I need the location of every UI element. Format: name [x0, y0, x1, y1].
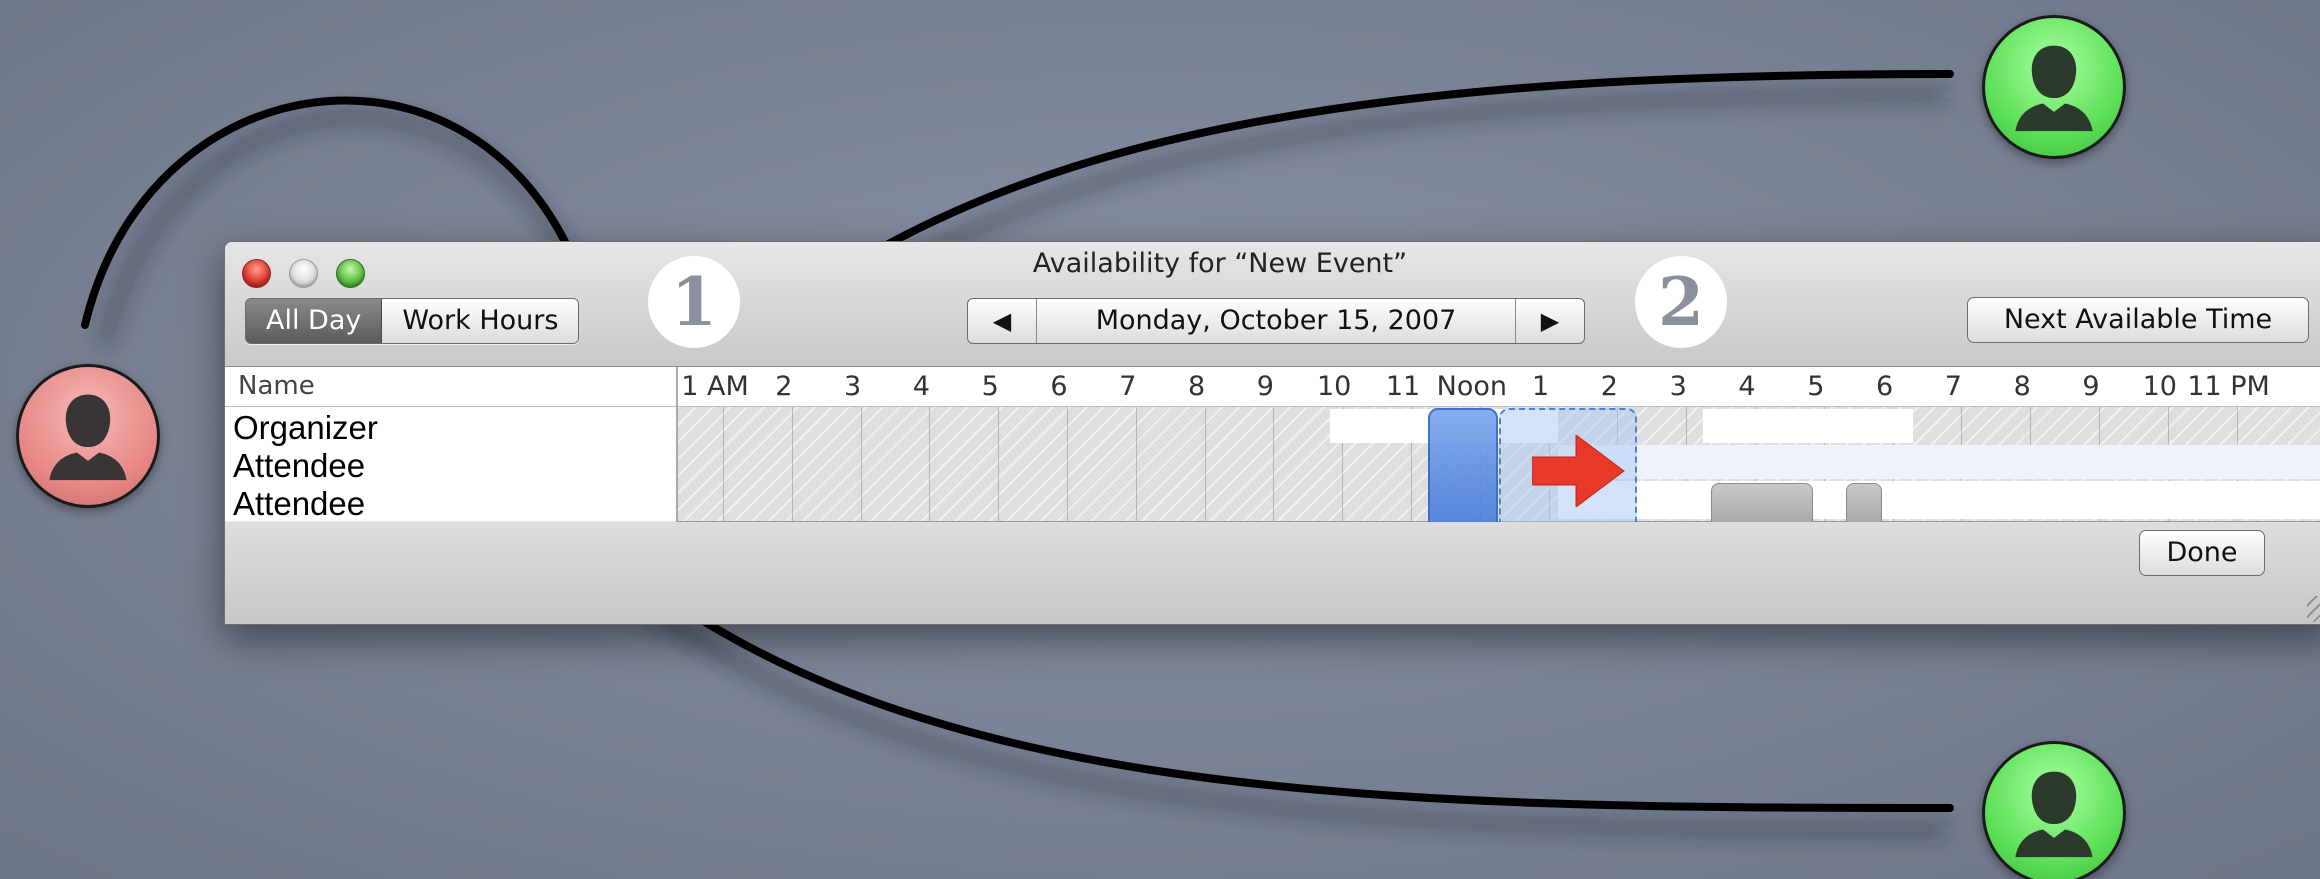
current-date-label: Monday, October 15, 2007 — [1095, 305, 1457, 336]
hour-gridline — [1067, 407, 1068, 521]
hour-gridline — [1273, 407, 1275, 521]
hour-label: 5 — [1807, 371, 1825, 402]
hour-label: 11 — [1385, 371, 1421, 402]
availability-window: Availability for “New Event” All Day Wor… — [224, 241, 2320, 625]
name-column-header[interactable]: Name — [238, 367, 315, 406]
step-2-badge: 2 — [1635, 256, 1727, 348]
attendee-name: Attendee — [233, 447, 366, 484]
hour-label: 10 — [2142, 371, 2177, 402]
hour-label: Noon — [1436, 371, 1507, 402]
hour-label: 11 PM — [2187, 371, 2270, 402]
attendee-person-icon — [1982, 741, 2126, 879]
hour-label: 10 — [1317, 371, 1352, 402]
hour-label: 7 — [1119, 371, 1137, 402]
hour-label: 9 — [1256, 371, 1274, 402]
organizer-free-block — [1703, 409, 1913, 443]
hour-label: 2 — [1600, 371, 1618, 402]
resize-grip-icon[interactable] — [2307, 596, 2320, 622]
hour-label: 6 — [1050, 371, 1068, 402]
next-available-time-button[interactable]: Next Available Time — [1967, 297, 2309, 343]
attendee-free-block — [1558, 481, 2320, 519]
hour-label: 9 — [2082, 371, 2100, 402]
hour-label: 3 — [1669, 371, 1687, 402]
move-right-arrow-icon — [1532, 435, 1625, 507]
view-mode-control: All Day Work Hours — [245, 298, 580, 344]
triangle-left-icon: ◀ — [992, 307, 1012, 335]
hour-gridline — [998, 407, 1000, 521]
window-title: Availability for “New Event” — [1032, 248, 1408, 279]
schedule-header: Name 1 AM 2 3 4 5 6 7 8 9 10 11 Noon 1 2 3 4 5 6 7 8 9 10 11 P… — [225, 367, 2320, 407]
hour-label: 1 AM — [681, 371, 749, 402]
hour-label: 2 — [775, 371, 793, 402]
attendee-list: Organizer Attendee Attendee — [225, 407, 676, 522]
window-toolbar: Availability for “New Event” All Day Wor… — [225, 242, 2320, 367]
hour-label: 5 — [981, 371, 999, 402]
hour-label: 7 — [1944, 371, 1962, 402]
step-1-badge: 1 — [648, 256, 740, 348]
hour-label: 4 — [1738, 371, 1756, 402]
window-footer: Done — [225, 522, 2320, 624]
hour-label: 8 — [2013, 371, 2031, 402]
attendee-name: Attendee — [233, 485, 366, 522]
previous-day-button[interactable]: ◀ — [968, 299, 1037, 343]
attendee-free-block — [1558, 445, 2320, 479]
date-navigator: ◀ Monday, October 15, 2007 ▶ — [967, 298, 1585, 344]
organizer-person-icon — [16, 364, 160, 508]
hour-label: 6 — [1876, 371, 1894, 402]
hour-label: 4 — [912, 371, 930, 402]
hour-gridline — [1135, 407, 1137, 521]
hour-label: 8 — [1188, 371, 1206, 402]
attendee-person-icon — [1982, 15, 2126, 159]
hour-gridline — [1204, 407, 1206, 521]
triangle-right-icon: ▶ — [1540, 307, 1560, 335]
done-button[interactable]: Done — [2139, 530, 2265, 576]
hour-gridline — [860, 407, 862, 521]
hour-label: 3 — [844, 371, 862, 402]
next-day-button[interactable]: ▶ — [1515, 299, 1584, 343]
hour-gridline — [723, 407, 724, 521]
hour-gridline — [791, 407, 793, 521]
all-day-button[interactable]: All Day — [246, 299, 383, 343]
work-hours-button[interactable]: Work Hours — [382, 299, 579, 343]
availability-grid[interactable] — [678, 407, 2320, 558]
hour-gridline — [929, 407, 931, 521]
attendee-name-organizer: Organizer — [233, 409, 378, 446]
hour-label: 1 — [1532, 371, 1550, 402]
